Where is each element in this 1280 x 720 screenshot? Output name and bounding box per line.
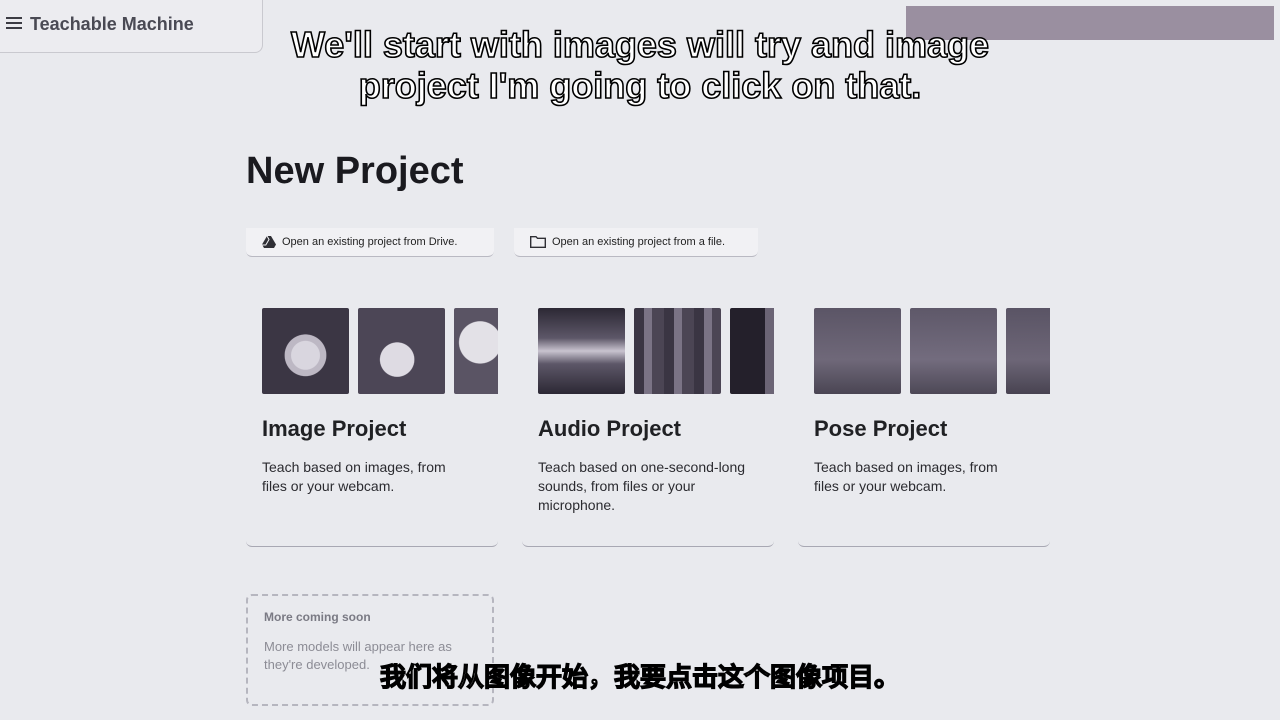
thumbnail-image (262, 308, 349, 394)
audio-project-title: Audio Project (538, 416, 682, 441)
image-project-thumbnails (262, 308, 498, 396)
pose-project-card[interactable]: Pose Project Teach based on images, from… (798, 298, 1050, 547)
english-subtitle: We'll start with images will try and ima… (290, 23, 990, 107)
audio-project-thumbnails (538, 308, 774, 396)
audio-project-card[interactable]: Audio Project Teach based on one-second-… (522, 298, 774, 547)
pose-project-title: Pose Project (814, 416, 948, 441)
thumbnail-image (1006, 308, 1050, 394)
chinese-subtitle: 我们将从图像开始，我要点击这个图像项目。 (379, 661, 900, 692)
thumbnail-image (454, 308, 498, 394)
folder-icon (530, 236, 546, 248)
open-from-file-label: Open an existing project from a file. (552, 236, 726, 248)
pose-project-description: Teach based on images, from files or you… (814, 459, 998, 494)
hamburger-menu-icon[interactable] (6, 17, 22, 31)
thumbnail-image (730, 308, 774, 394)
thumbnail-image (358, 308, 445, 394)
open-from-drive-label: Open an existing project from Drive. (282, 236, 458, 248)
open-from-drive-button[interactable]: Open an existing project from Drive. (246, 228, 494, 257)
image-project-title: Image Project (262, 416, 407, 441)
thumbnail-image (634, 308, 721, 394)
thumbnail-image (538, 308, 625, 394)
thumbnail-image (910, 308, 997, 394)
image-project-card[interactable]: Image Project Teach based on images, fro… (246, 298, 498, 547)
pose-project-thumbnails (814, 308, 1050, 396)
app-title: Teachable Machine (30, 14, 194, 34)
image-project-description: Teach based on images, from files or you… (262, 459, 446, 494)
app-header: Teachable Machine (0, 0, 263, 53)
audio-project-description: Teach based on one-second-long sounds, f… (538, 459, 746, 513)
drive-icon (262, 236, 276, 248)
open-from-file-button[interactable]: Open an existing project from a file. (514, 228, 758, 257)
coming-soon-title: More coming soon (264, 610, 371, 624)
page-title: New Project (246, 150, 464, 192)
thumbnail-image (814, 308, 901, 394)
